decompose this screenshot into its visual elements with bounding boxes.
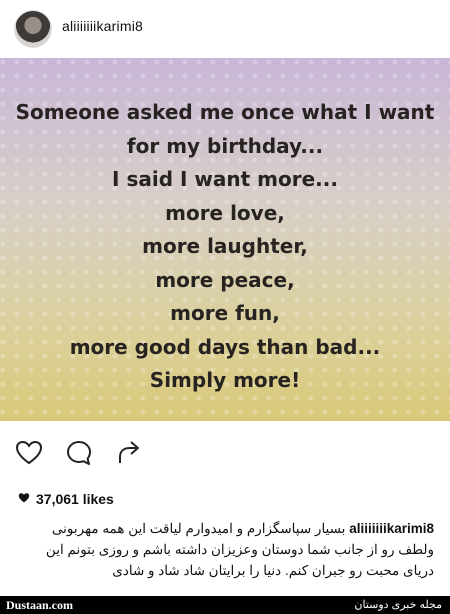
quote-line: more laughter, <box>142 234 308 258</box>
watermark-site: Dustaan.com <box>6 598 74 612</box>
quote-line: I said I want more... <box>112 167 338 191</box>
likes-count[interactable]: 37,061 likes <box>18 491 114 507</box>
action-bar <box>0 432 450 472</box>
caption-username[interactable]: aliiiiiiikarimi8 <box>349 521 434 536</box>
post-image[interactable]: Someone asked me once what I want for my… <box>0 58 450 421</box>
heart-icon[interactable] <box>14 438 44 468</box>
avatar[interactable] <box>14 10 52 48</box>
username-link[interactable]: aliiiiiiikarimi8 <box>62 18 143 34</box>
heart-small-icon <box>18 491 30 507</box>
quote-line: more peace, <box>155 267 295 292</box>
quote-line: for my birthday... <box>126 133 324 158</box>
quote-line: more fun, <box>170 301 280 325</box>
quote-line: Simply more! <box>149 368 301 392</box>
quote-text: Someone asked me once what I want for my… <box>0 96 450 398</box>
quote-line: more good days than bad... <box>69 334 381 359</box>
quote-line: Someone asked me once what I want <box>15 100 435 124</box>
post-header: aliiiiiiikarimi8 <box>0 0 450 58</box>
watermark-title: مجله خبری دوستان <box>354 599 442 611</box>
watermark-bar: Dustaan.com مجله خبری دوستان <box>0 596 450 614</box>
comment-icon[interactable] <box>64 438 94 468</box>
share-icon[interactable] <box>114 438 144 468</box>
likes-label: 37,061 likes <box>36 491 114 507</box>
post-caption: aliiiiiiikarimi8 بسیار سپاسگزارم و امیدو… <box>14 518 434 581</box>
quote-line: more love, <box>165 200 285 225</box>
